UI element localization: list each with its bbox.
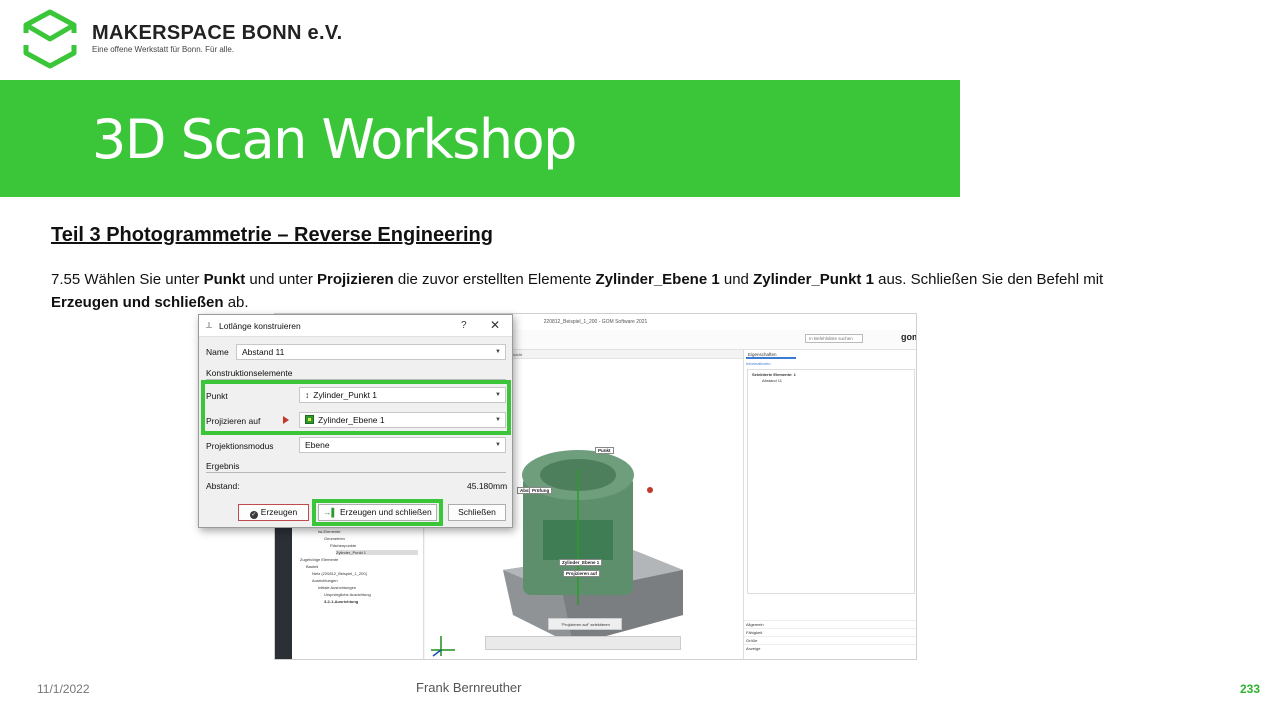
axis-triad-icon [431, 636, 455, 657]
page-number: 233 [1240, 682, 1261, 696]
tree-item[interactable]: Flächenpunkte [330, 543, 356, 548]
3d-model-render [503, 450, 683, 645]
instr-end: ab. [223, 294, 249, 311]
highlight-punkt-projizieren [201, 380, 511, 435]
instruction-text: 7.55 Wählen Sie unter Punkt und unter Pr… [51, 268, 1161, 314]
section-heading: Teil 3 Photogrammetrie – Reverse Enginee… [51, 224, 493, 246]
tree-item[interactable]: Bauteil [306, 564, 318, 569]
schliessen-button[interactable]: Schließen [448, 504, 506, 521]
status-chip: "Projizieren auf" selektieren [548, 618, 622, 630]
tree-item[interactable]: Geometrien [324, 536, 345, 541]
selected-elements-header: Selektierte Elemente: 1 [752, 372, 796, 377]
properties-box: Selektierte Elemente: 1 Abstand 11 [747, 369, 915, 594]
lotlaenge-dialog: ⟂ Lotlänge konstruieren ? ✕ Name Abstand… [198, 314, 513, 528]
help-button[interactable]: ? [461, 320, 467, 331]
projektionsmodus-label: Projektionsmodus [206, 441, 274, 451]
instr-btn: Erzeugen und schließen [51, 294, 224, 311]
tree-item[interactable]: Netz (220812_Beispiel_1_200) [312, 571, 367, 576]
props-section-anzeige[interactable]: Anzeige [744, 644, 916, 652]
erzeugen-label: Erzeugen [260, 507, 298, 517]
props-section-groesse[interactable]: Größe [744, 636, 916, 644]
label-zylinder-ebene: Zylinder_Ebene 1 [559, 559, 603, 566]
erzeugen-button[interactable]: ✓ Erzeugen [238, 504, 309, 521]
tree-item[interactable]: Ursprüngliche Ausrichtung [324, 592, 371, 597]
tree-item[interactable]: 3-2-1-Ausrichtung [324, 599, 358, 604]
name-label: Name [206, 347, 229, 357]
instr-elem2: Zylinder_Punkt 1 [753, 271, 874, 288]
props-section-faehigkeit[interactable]: Fähigkeit [744, 628, 916, 636]
instr-und2: und [719, 271, 754, 288]
instr-elem1: Zylinder_Ebene 1 [595, 271, 720, 288]
selected-element: Abstand 11 [762, 378, 782, 383]
title-band: 3D Scan Workshop [0, 80, 960, 197]
label-pruefung: Prüfung [529, 487, 553, 494]
check-icon: ✓ [249, 511, 258, 519]
abstand-label: Abstand: [206, 481, 240, 491]
properties-info-link[interactable]: Informationen [746, 361, 770, 366]
brand-name: MAKERSPACE BONN e.V. [92, 22, 343, 44]
properties-panel: Eigenschaften Informationen Selektierte … [743, 350, 916, 659]
tab-eigenschaften[interactable]: Eigenschaften [746, 350, 796, 359]
slide-title: 3D Scan Workshop [92, 108, 577, 171]
close-icon[interactable]: ✕ [490, 318, 500, 332]
projektionsmodus-value: Ebene [305, 440, 330, 450]
section-konstruktionselemente: Konstruktionselemente [206, 368, 506, 380]
chevron-down-icon: ▼ [495, 349, 501, 355]
tree-item[interactable]: Initiale Ausrichtungen [318, 585, 356, 590]
command-search-input[interactable]: In Befehlsliste suchen [805, 334, 863, 343]
brand-tagline: Eine offene Werkstatt für Bonn. Für alle… [92, 45, 234, 54]
gom-logo: gom [901, 332, 916, 342]
chevron-down-icon: ▼ [495, 442, 501, 448]
perpendicular-icon: ⟂ [206, 320, 213, 330]
tree-item[interactable]: Zugehörige Elemente [300, 557, 338, 562]
footer-date: 11/1/2022 [37, 682, 90, 696]
makerspace-logo-icon [22, 9, 78, 69]
label-punkt: Punkt [595, 447, 614, 454]
name-field[interactable]: Abstand 11 ▼ [236, 344, 506, 360]
name-value: Abstand 11 [242, 347, 285, 357]
viewport-toolbar[interactable] [485, 636, 681, 650]
props-section-allgemein[interactable]: Allgemein [744, 620, 916, 628]
instr-suffix: aus. Schließen Sie den Befehl mit [873, 271, 1104, 288]
tree-item-selected[interactable]: Zylinder_Punkt 1 [336, 550, 418, 555]
instr-projizieren: Projizieren [316, 271, 394, 288]
tree-item[interactable]: Ausrichtungen [312, 578, 338, 583]
projektionsmodus-select[interactable]: Ebene ▼ [299, 437, 506, 453]
abstand-value: 45.180mm [467, 481, 508, 491]
instr-mid: die zuvor erstellten Elemente [393, 271, 596, 288]
footer-author: Frank Bernreuther [416, 680, 522, 695]
tree-item[interactable]: Ist-Elemente [318, 529, 340, 534]
section-ergebnis: Ergebnis [206, 461, 506, 473]
instr-und1: und unter [245, 271, 317, 288]
highlight-erzeugen-schliessen [312, 499, 443, 526]
dialog-titlebar: ⟂ Lotlänge konstruieren ? ✕ [199, 315, 512, 337]
dialog-title: Lotlänge konstruieren [219, 321, 301, 331]
instr-prefix: 7.55 Wählen Sie unter [51, 271, 204, 288]
instr-punkt: Punkt [203, 271, 246, 288]
label-projizieren-auf: Projizieren auf [563, 570, 601, 577]
